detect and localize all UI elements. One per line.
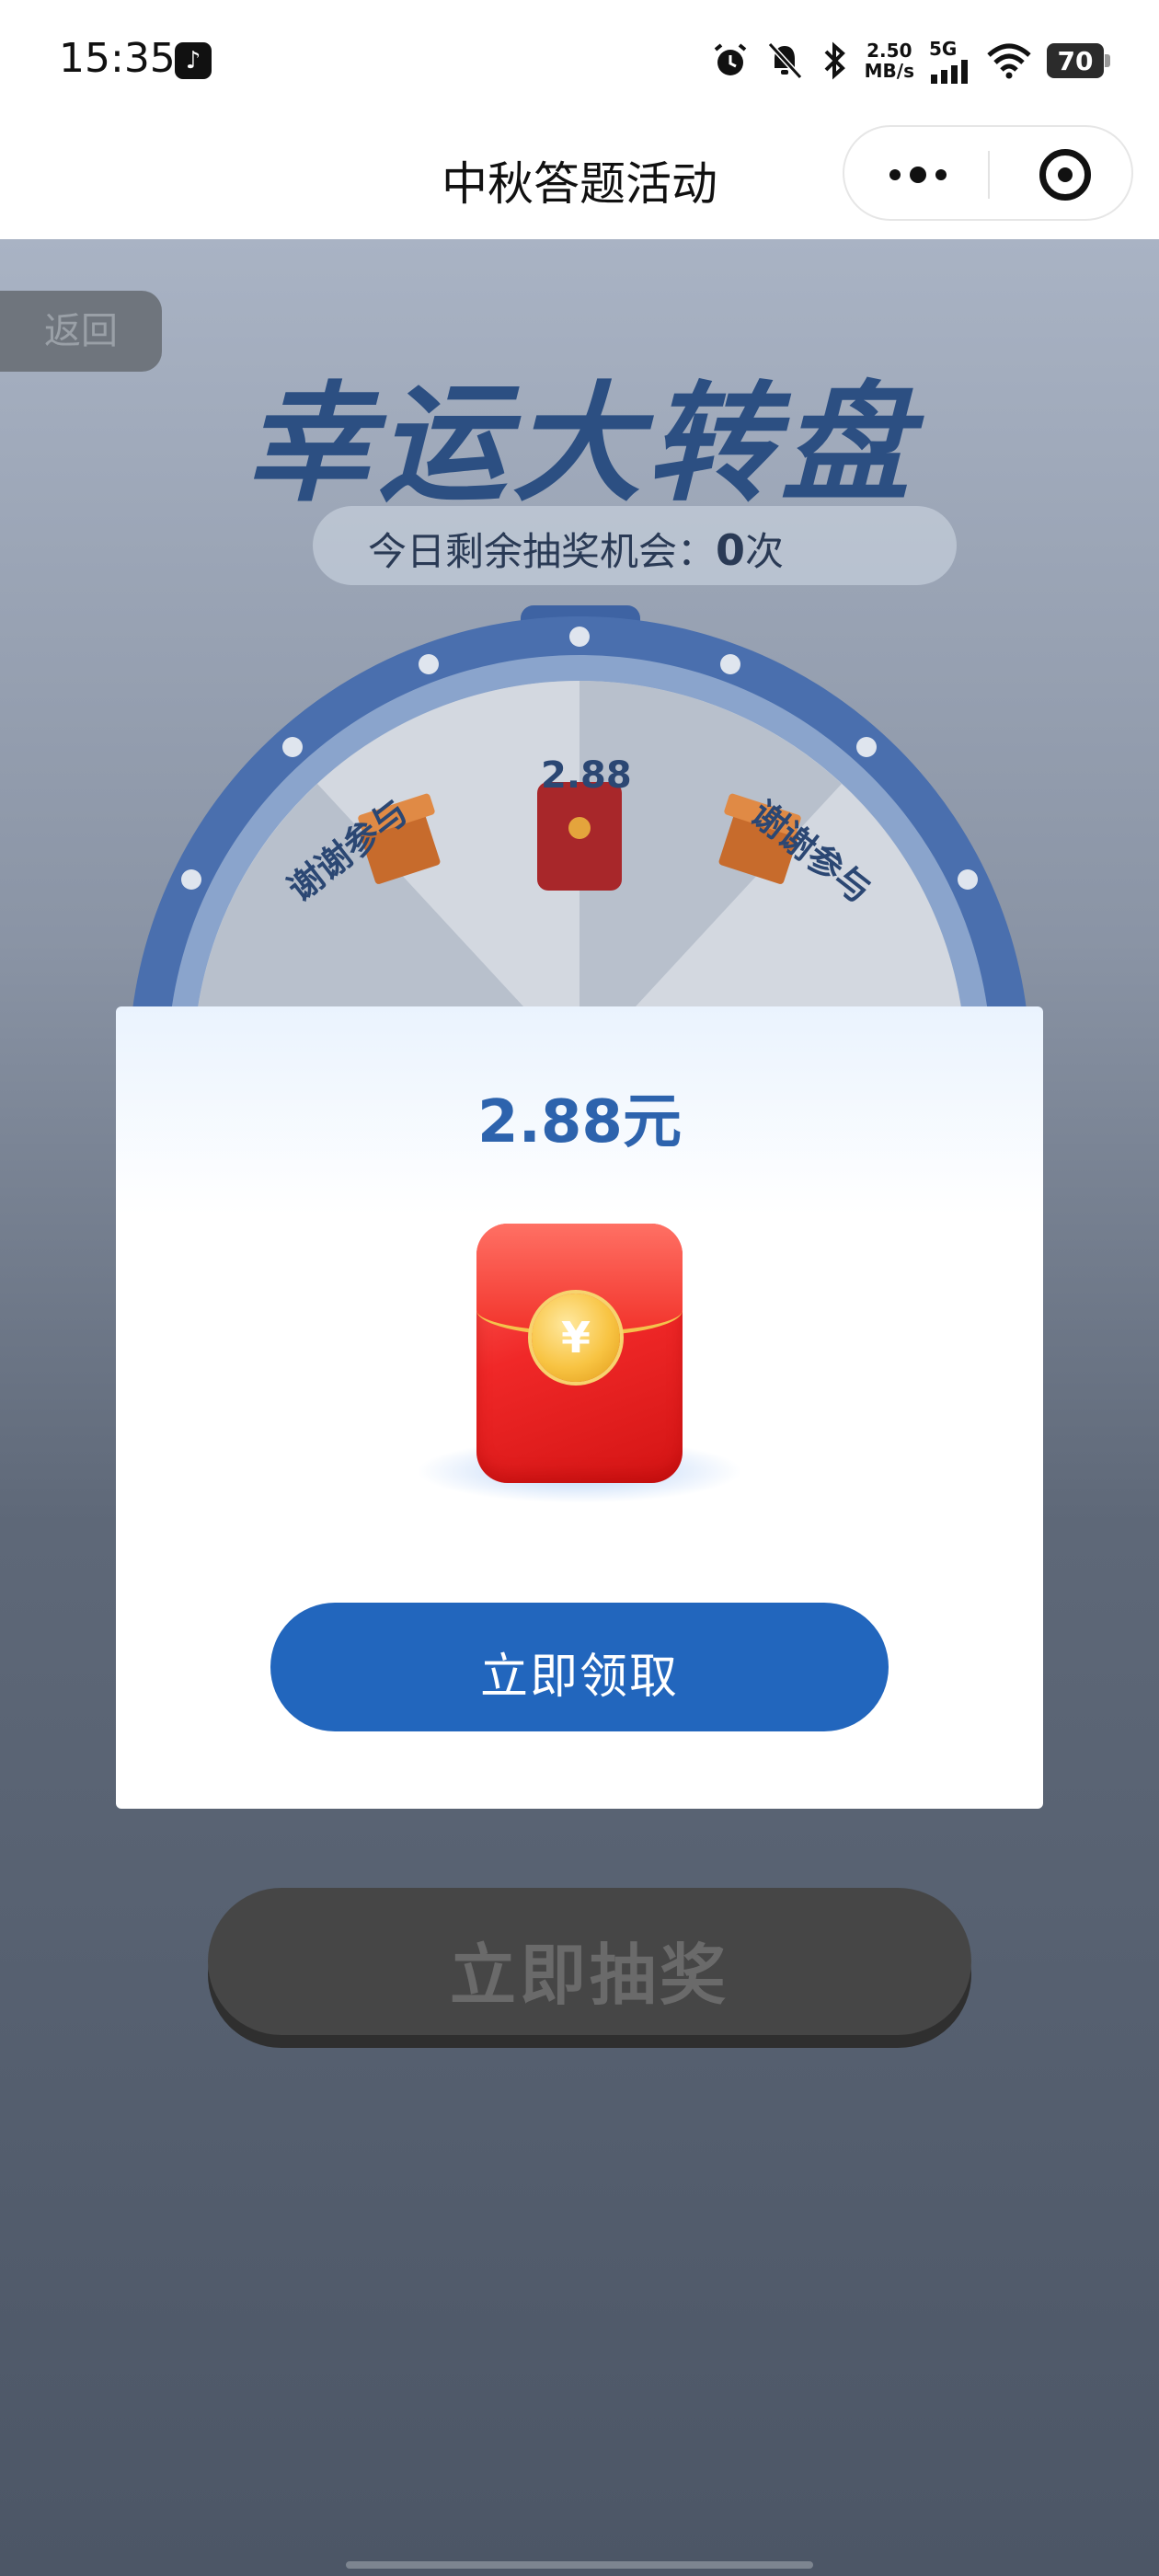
tiktok-icon: ♪: [175, 42, 212, 79]
draw-button[interactable]: 立即抽奖: [208, 1888, 971, 2035]
nav-bar: 中秋答题活动: [0, 120, 1159, 239]
status-time: 15:35: [59, 35, 176, 82]
net-speed-value: 2.50: [866, 40, 912, 62]
bluetooth-icon: [824, 41, 845, 80]
status-bar: 15:35 ♪ 2.50 MB/s 5G 70: [0, 0, 1159, 120]
more-icon[interactable]: [881, 158, 955, 191]
home-indicator[interactable]: [346, 2561, 813, 2569]
net-speed: 2.50 MB/s: [865, 40, 914, 81]
capsule-divider: [988, 151, 990, 199]
mute-bell-icon: [767, 41, 802, 80]
yuan-coin-icon: ¥: [532, 1294, 620, 1382]
battery-icon: 70: [1047, 43, 1110, 78]
chance-suffix: 次: [745, 529, 785, 574]
lucky-wheel-title: 幸运大转盘: [243, 370, 915, 520]
wheel-segment-label: 2.88: [541, 754, 632, 797]
network-type: 5G: [929, 38, 958, 60]
chance-count: 0: [716, 525, 746, 575]
net-speed-unit: MB/s: [864, 60, 914, 82]
mini-program-capsule: [843, 125, 1133, 221]
claim-now-button[interactable]: 立即领取: [270, 1603, 889, 1731]
wifi-icon: [987, 43, 1031, 79]
claim-now-label: 立即领取: [479, 1650, 679, 1705]
remaining-chances: 今日剩余抽奖机会：0次: [368, 521, 784, 577]
draw-button-label: 立即抽奖: [449, 1937, 729, 2014]
prize-modal: 2.88元 ¥ 立即领取: [116, 1006, 1043, 1809]
signal-icon: [931, 60, 968, 84]
red-envelope-icon: [537, 782, 622, 891]
close-target-icon[interactable]: [1039, 149, 1091, 201]
status-icons: 2.50 MB/s 5G 70: [710, 33, 1110, 88]
chance-prefix: 今日剩余抽奖机会：: [368, 529, 717, 574]
alarm-icon: [714, 43, 746, 75]
prize-amount: 2.88元: [477, 1088, 682, 1156]
signal-group: 5G: [929, 38, 971, 84]
